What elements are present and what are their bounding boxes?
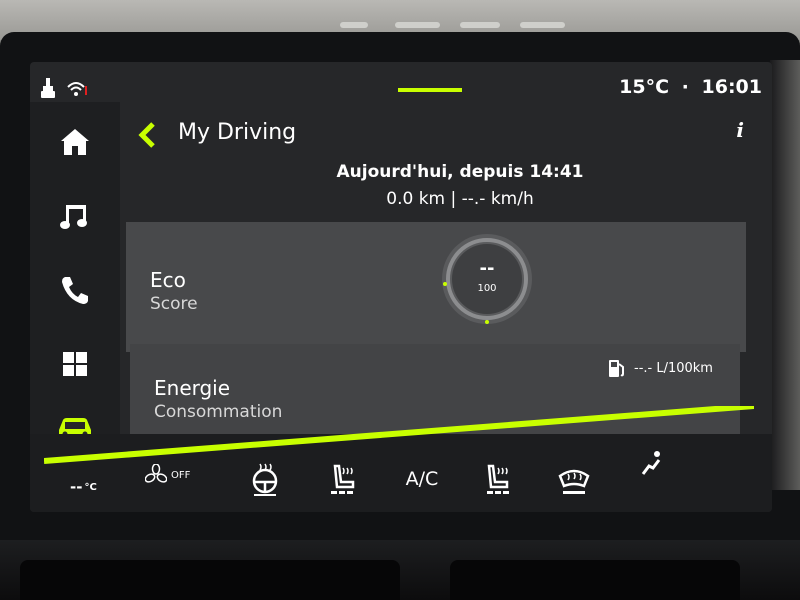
page-title: My Driving — [178, 120, 297, 145]
eco-card-title: Eco — [150, 268, 186, 292]
usb-device-icon — [41, 78, 55, 98]
session-title: Aujourd'hui, depuis 14:41 — [336, 162, 584, 182]
apps-grid-icon — [63, 352, 87, 376]
wifi-icon — [67, 82, 87, 96]
trim-slot — [395, 22, 440, 28]
air-vent — [450, 560, 740, 600]
ac-label: A/C — [405, 468, 439, 490]
outside-temperature: 15°C — [619, 76, 670, 98]
temperature-setting[interactable]: -- °C — [70, 478, 97, 496]
sidebar — [30, 102, 120, 442]
temperature-unit: °C — [84, 481, 97, 493]
air-vent — [20, 560, 400, 600]
info-button[interactable]: i — [736, 118, 744, 142]
back-button[interactable] — [134, 120, 158, 150]
fuel-consumption: --.- L/100km — [608, 358, 713, 378]
fuel-pump-icon — [609, 360, 624, 377]
phone-icon — [62, 277, 88, 304]
dashboard-lower — [0, 540, 800, 600]
status-icons — [40, 78, 88, 100]
status-separator: · — [681, 76, 689, 98]
trim-slot — [340, 22, 368, 28]
fuel-consumption-value: --.- L/100km — [634, 360, 713, 376]
eco-score-max: 100 — [477, 283, 497, 294]
trim-slot — [460, 22, 500, 28]
sidebar-item-music[interactable] — [40, 186, 110, 246]
music-note-icon — [60, 205, 87, 229]
eco-card-subtitle: Score — [150, 294, 198, 314]
eco-score-card[interactable]: Eco Score — [126, 222, 746, 352]
sidebar-item-home[interactable] — [40, 112, 110, 172]
trim-slot — [520, 22, 565, 28]
eco-score-value: -- — [479, 258, 495, 279]
fan-state: OFF — [171, 469, 191, 481]
accent-line — [44, 406, 754, 464]
page-indicator — [398, 88, 462, 92]
status-readout: 15°C · 16:01 — [613, 76, 762, 98]
bezel-side — [770, 60, 800, 490]
eco-score-gauge — [442, 234, 532, 324]
session-stats: 0.0 km | --.- km/h — [386, 189, 534, 209]
sidebar-item-apps[interactable] — [40, 334, 110, 394]
infotainment-screen: 15°C · 16:01 My Driving i Aujourd'hui, d… — [30, 62, 772, 512]
sidebar-item-phone[interactable] — [40, 260, 110, 320]
clock: 16:01 — [701, 76, 762, 98]
home-icon — [61, 129, 89, 155]
energy-card-title: Energie — [154, 376, 231, 400]
temperature-setting-value: -- — [70, 478, 83, 496]
